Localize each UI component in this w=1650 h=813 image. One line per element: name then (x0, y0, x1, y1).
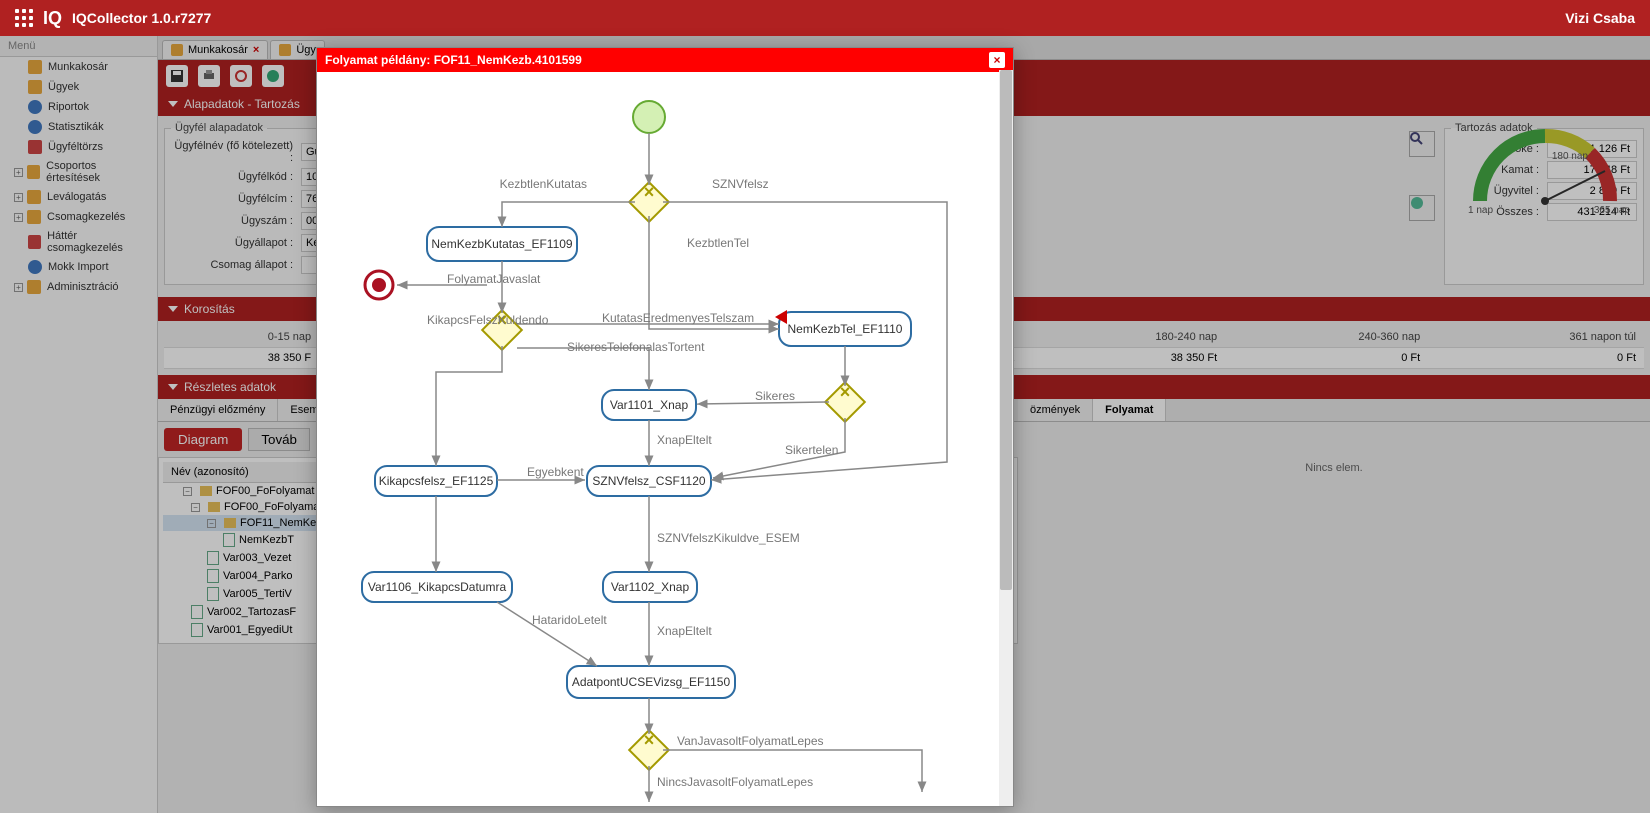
svg-text:SZNVfelsz_CSF1120: SZNVfelsz_CSF1120 (592, 474, 705, 488)
modal-header: Folyamat példány: FOF11_NemKezb.4101599 … (317, 48, 1013, 72)
svg-text:XnapEltelt: XnapEltelt (657, 624, 712, 638)
svg-text:NemKezbKutatas_EF1109: NemKezbKutatas_EF1109 (431, 237, 573, 251)
svg-text:Var1106_KikapcsDatumra: Var1106_KikapcsDatumra (368, 580, 507, 594)
app-title: IQCollector 1.0.r7277 (72, 10, 211, 26)
svg-text:HataridoLetelt: HataridoLetelt (532, 613, 607, 627)
svg-text:SZNVfelsz: SZNVfelsz (712, 177, 769, 191)
svg-text:NemKezbTel_EF1110: NemKezbTel_EF1110 (788, 322, 903, 336)
svg-text:Kikapcsfelsz_EF1125: Kikapcsfelsz_EF1125 (379, 474, 494, 488)
bpmn-start-event (633, 101, 665, 133)
svg-text:SikeresTelefonalasTortent: SikeresTelefonalasTortent (567, 340, 705, 354)
bpmn-diagram[interactable]: × × × × NemKezbKutatas_EF1109 NemKezbTel… (317, 72, 1013, 802)
svg-text:KezbtlenTel: KezbtlenTel (687, 236, 749, 250)
svg-text:SZNVfelszKikuldve_ESEM: SZNVfelszKikuldve_ESEM (657, 531, 800, 545)
svg-text:Var1101_Xnap: Var1101_Xnap (610, 398, 689, 412)
process-modal: Folyamat példány: FOF11_NemKezb.4101599 … (316, 47, 1014, 807)
svg-text:XnapEltelt: XnapEltelt (657, 433, 712, 447)
svg-text:VanJavasoltFolyamatLepes: VanJavasoltFolyamatLepes (677, 734, 824, 748)
modal-title: Folyamat példány: FOF11_NemKezb.4101599 (325, 53, 582, 67)
svg-text:Var1102_Xnap: Var1102_Xnap (611, 580, 690, 594)
scrollbar[interactable] (999, 70, 1013, 806)
svg-text:KikapcsFelszKuldendo: KikapcsFelszKuldendo (427, 313, 549, 327)
svg-text:AdatpontUCSEVizsg_EF1150: AdatpontUCSEVizsg_EF1150 (572, 675, 731, 689)
close-icon[interactable]: × (989, 52, 1005, 68)
scroll-thumb[interactable] (1000, 70, 1012, 590)
svg-text:Sikertelen: Sikertelen (785, 443, 838, 457)
svg-text:FolyamatJavaslat: FolyamatJavaslat (447, 272, 541, 286)
svg-text:Egyebkent: Egyebkent (527, 465, 584, 479)
svg-text:KutatasEredmenyesTelszam: KutatasEredmenyesTelszam (602, 311, 754, 325)
app-grip-icon[interactable] (15, 9, 33, 27)
app-logo: IQ (43, 8, 62, 29)
svg-text:KezbtlenKutatas: KezbtlenKutatas (500, 177, 587, 191)
user-name[interactable]: Vizi Csaba (1565, 10, 1635, 26)
svg-text:NincsJavasoltFolyamatLepes: NincsJavasoltFolyamatLepes (657, 775, 813, 789)
svg-text:Sikeres: Sikeres (755, 389, 795, 403)
top-bar: IQ IQCollector 1.0.r7277 Vizi Csaba (0, 0, 1650, 36)
